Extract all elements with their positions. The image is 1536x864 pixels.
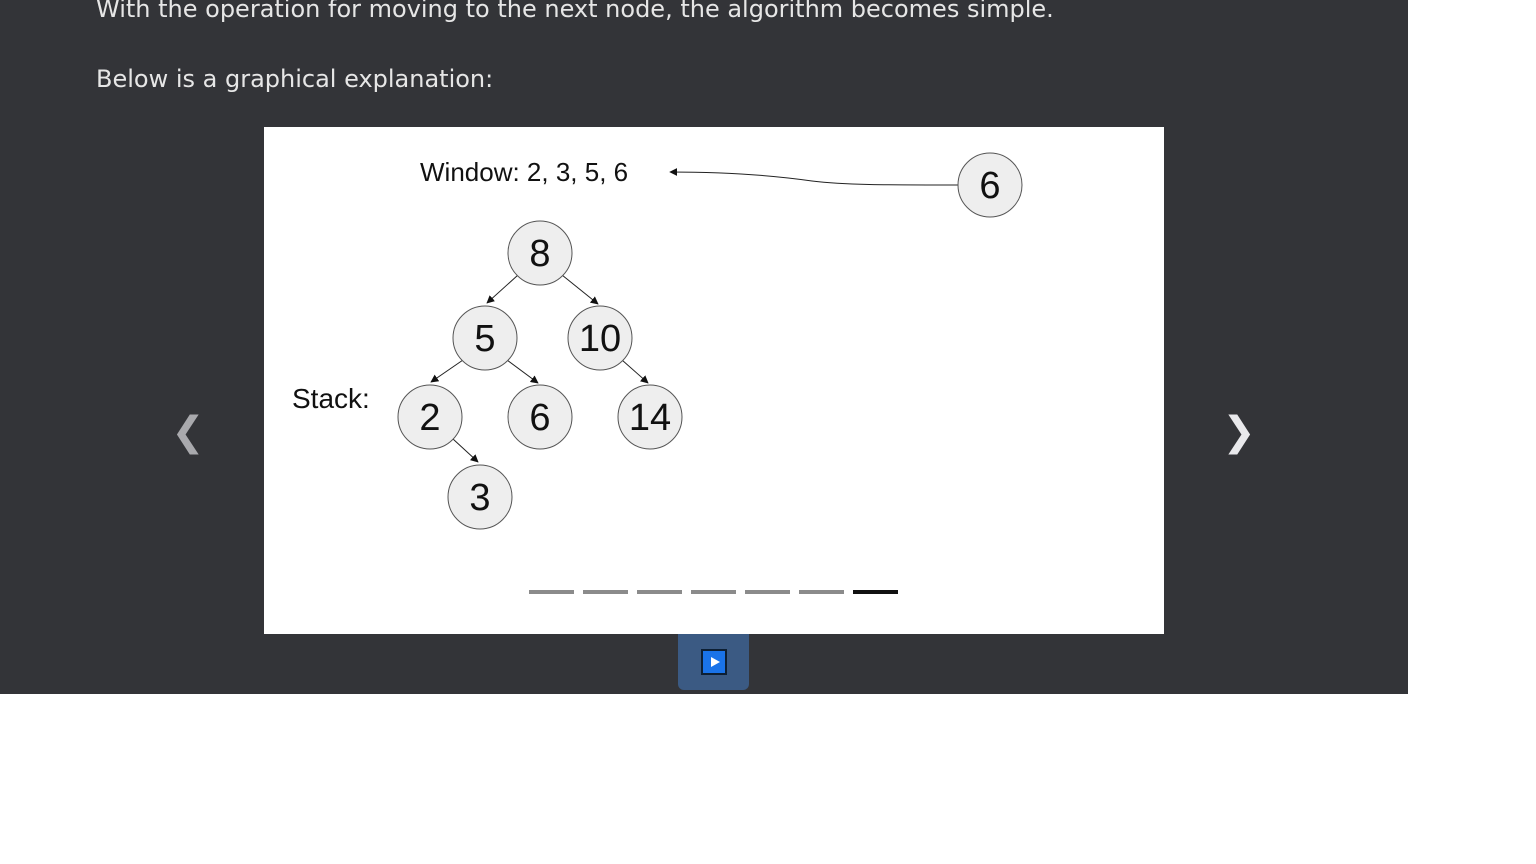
slide-indicator[interactable] [583, 590, 628, 594]
node-label: 10 [579, 318, 621, 360]
node-label: 8 [529, 233, 550, 275]
window-label: Window: 2, 3, 5, 6 [420, 157, 628, 187]
edge-5-2 [430, 359, 464, 383]
tree-diagram: Window: 2, 3, 5, 6 6 Stack: 8 5 10 2 6 1… [292, 152, 1023, 530]
node-label: 14 [629, 397, 671, 439]
play-button[interactable] [678, 634, 749, 690]
slide-indicator[interactable] [529, 590, 574, 594]
slide-indicator[interactable] [853, 590, 898, 594]
node-label: 3 [469, 477, 490, 519]
incoming-node-label: 6 [979, 165, 1000, 207]
slide-indicator[interactable] [799, 590, 844, 594]
incoming-edge [669, 168, 959, 186]
slide-indicator[interactable] [637, 590, 682, 594]
edge-5-6 [506, 359, 539, 384]
edge-2-3 [452, 438, 479, 463]
tree-node: 14 [617, 384, 683, 450]
tree-node: 6 [507, 384, 573, 450]
edge-10-14 [621, 359, 649, 384]
tree-node: 10 [567, 305, 633, 371]
slide-indicator[interactable] [691, 590, 736, 594]
intro-text: With the operation for moving to the nex… [96, 0, 1054, 23]
play-icon [701, 649, 727, 675]
tree-node: 3 [447, 464, 513, 530]
content-panel: With the operation for moving to the nex… [0, 0, 1408, 694]
node-label: 2 [419, 397, 440, 439]
slide-indicator[interactable] [745, 590, 790, 594]
node-label: 6 [529, 397, 550, 439]
stack-label: Stack: [292, 383, 370, 414]
tree-node: 5 [452, 305, 518, 371]
edge-8-10 [561, 274, 599, 305]
node-label: 5 [474, 318, 495, 360]
edge-8-5 [486, 274, 519, 304]
tree-node: 2 [397, 384, 463, 450]
slide-frame: Window: 2, 3, 5, 6 6 Stack: 8 5 10 2 6 1… [264, 127, 1164, 634]
slide-indicators [529, 590, 898, 596]
incoming-node: 6 [957, 152, 1023, 218]
previous-slide-button[interactable]: ❮ [168, 402, 208, 462]
explanation-text: Below is a graphical explanation: [96, 65, 494, 93]
next-slide-button[interactable]: ❯ [1219, 402, 1259, 462]
tree-node: 8 [507, 220, 573, 286]
